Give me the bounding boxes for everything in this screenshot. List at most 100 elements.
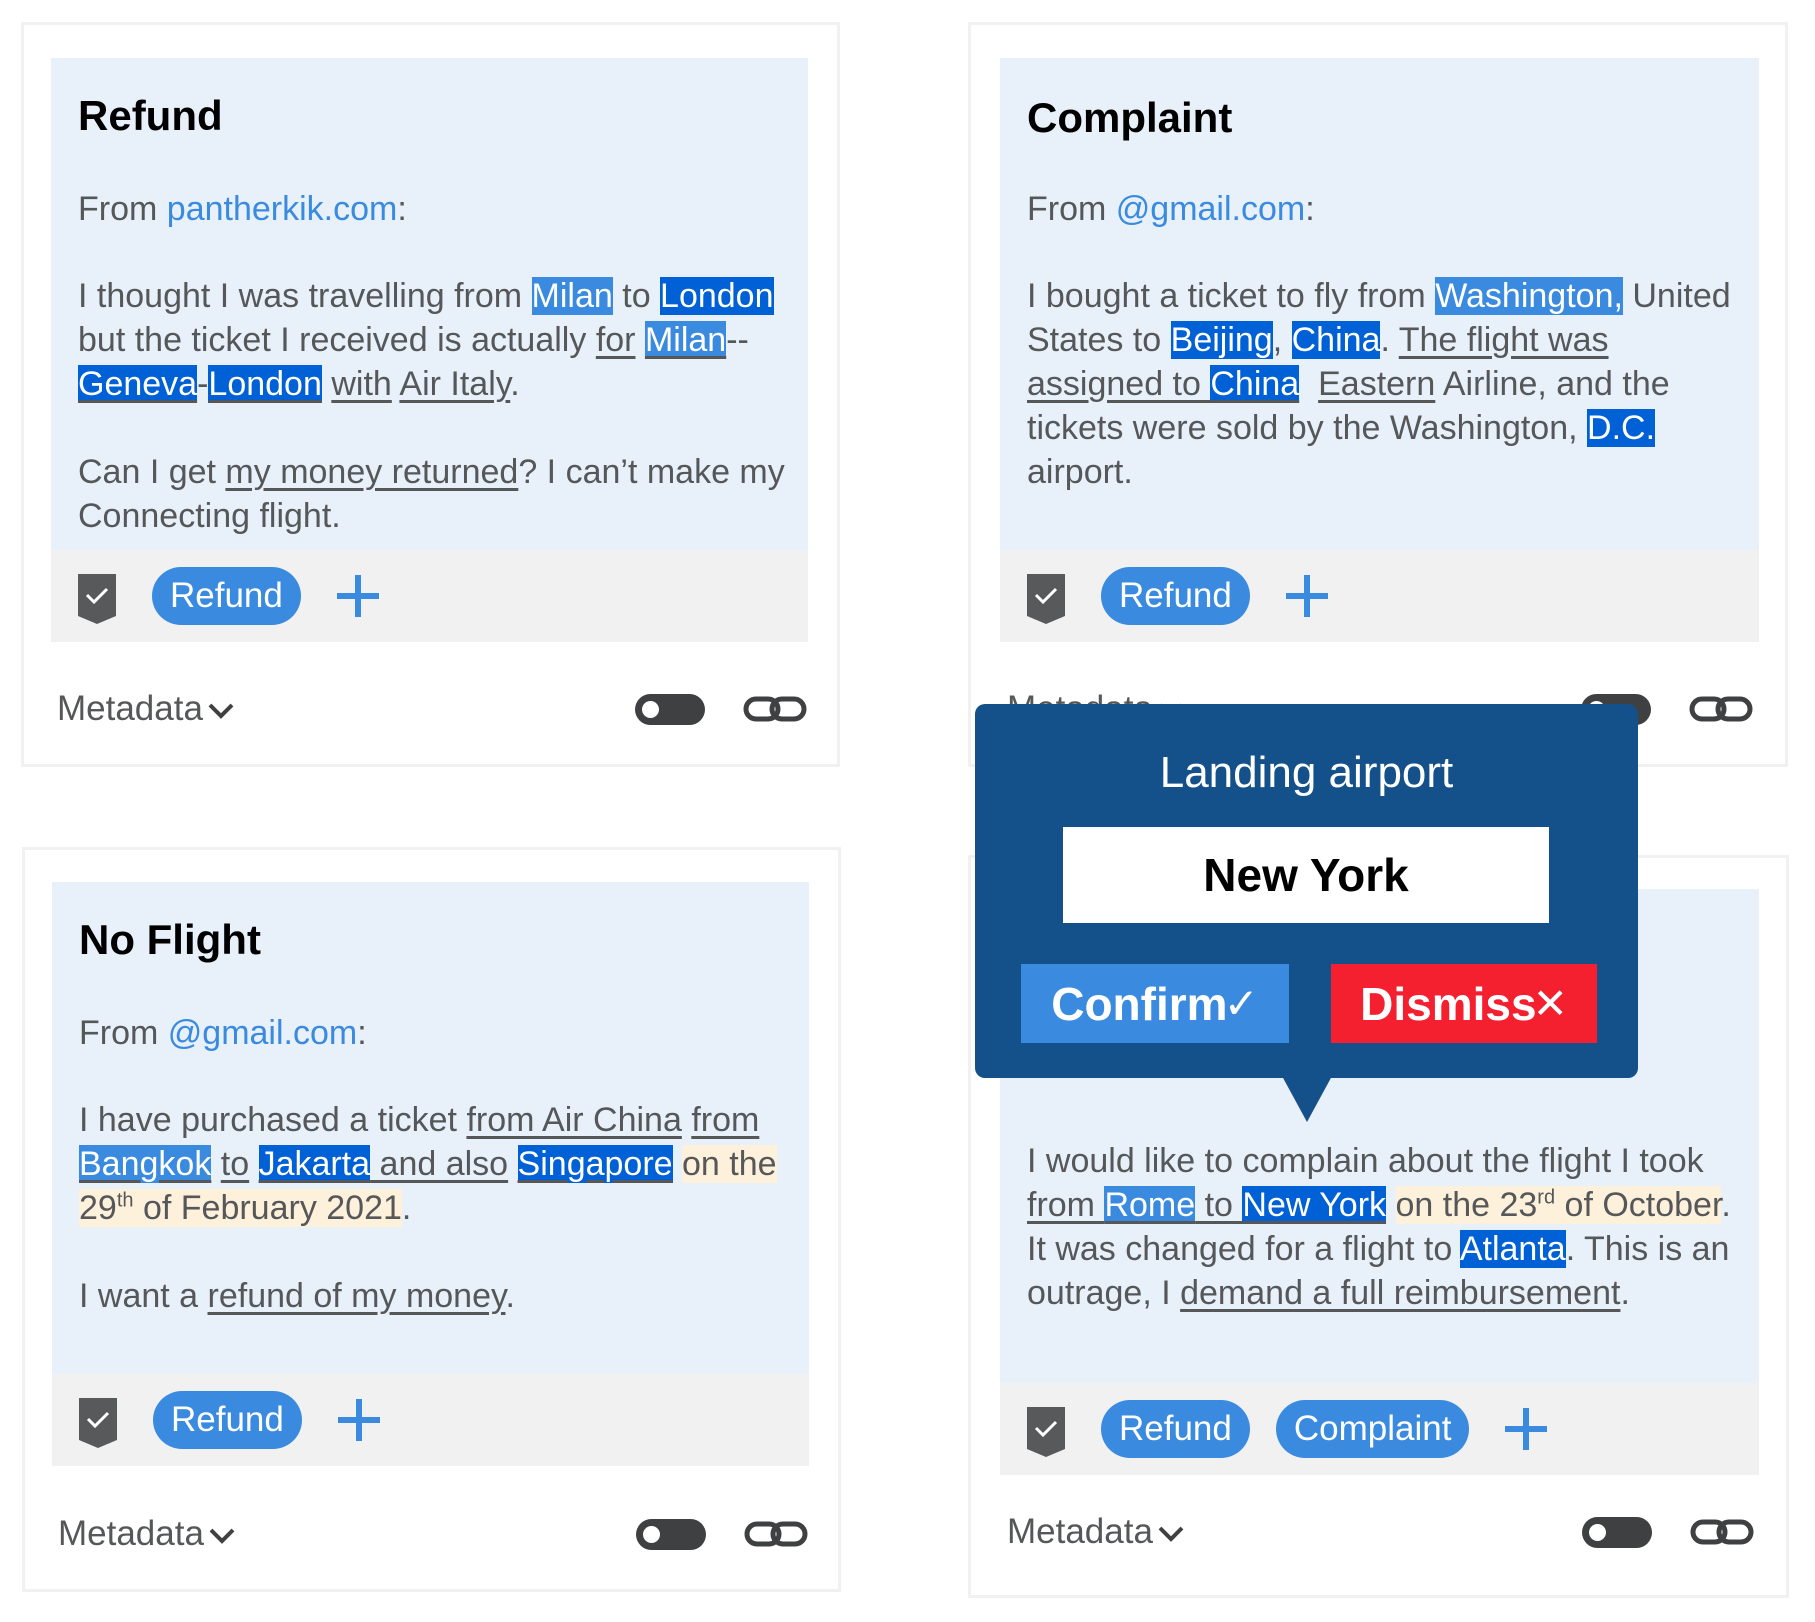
text-span: to bbox=[612, 277, 661, 315]
sender-email[interactable]: @gmail.com bbox=[168, 1014, 357, 1052]
toggle-switch[interactable] bbox=[1582, 1516, 1652, 1548]
entity-city[interactable]: Milan bbox=[644, 321, 727, 359]
link-icon[interactable] bbox=[1690, 1519, 1754, 1545]
entity-city[interactable]: Singapore bbox=[517, 1145, 673, 1183]
text-span bbox=[249, 1145, 258, 1183]
dismiss-button[interactable]: Dismiss ✕ bbox=[1331, 964, 1597, 1043]
plus-icon[interactable] bbox=[337, 1399, 380, 1441]
annotated-span[interactable]: from Air China bbox=[466, 1101, 681, 1139]
from-label: From bbox=[79, 1014, 168, 1052]
annotated-span[interactable]: to bbox=[221, 1145, 249, 1183]
toggle-switch[interactable] bbox=[636, 1518, 706, 1550]
from-colon: : bbox=[357, 1014, 367, 1052]
entity-city[interactable]: Jakarta bbox=[258, 1145, 371, 1183]
popup-pointer bbox=[1282, 1076, 1332, 1122]
plus-icon[interactable] bbox=[1285, 575, 1328, 617]
annotated-span[interactable]: refund of my money bbox=[208, 1277, 506, 1315]
sender-email[interactable]: @gmail.com bbox=[1116, 190, 1305, 228]
label-bar: Refund bbox=[1000, 550, 1759, 642]
bookmark-check-icon[interactable] bbox=[1027, 574, 1065, 624]
label-pill-refund[interactable]: Refund bbox=[152, 567, 301, 625]
entity-city[interactable]: Geneva bbox=[78, 365, 198, 403]
text-span: to bbox=[1195, 1186, 1243, 1224]
sender-email[interactable]: pantherkik.com bbox=[167, 190, 398, 228]
annotated-span[interactable]: demand a full reimbursement bbox=[1180, 1274, 1620, 1312]
text-span: I thought I was travelling from bbox=[78, 277, 532, 315]
landing-airport-input[interactable] bbox=[1063, 827, 1549, 923]
plus-icon[interactable] bbox=[336, 575, 379, 617]
text-span bbox=[636, 321, 645, 359]
link-icon[interactable] bbox=[1689, 696, 1753, 722]
metadata-row: Metadata bbox=[1007, 1507, 1754, 1557]
text-span: and also bbox=[370, 1145, 509, 1183]
annotated-span[interactable]: for bbox=[596, 321, 636, 359]
ordinal-suffix: rd bbox=[1537, 1186, 1556, 1209]
bookmark-check-icon[interactable] bbox=[78, 574, 116, 624]
entity-country[interactable]: China bbox=[1291, 321, 1381, 359]
text-span: I have purchased a ticket bbox=[79, 1101, 467, 1139]
entity-city[interactable]: Bangkok bbox=[79, 1145, 212, 1183]
chevron-down-icon[interactable] bbox=[208, 1526, 236, 1546]
label-pill-refund[interactable]: Refund bbox=[153, 1391, 302, 1449]
metadata-toggle[interactable]: Metadata bbox=[1007, 1512, 1153, 1552]
label-bar: Refund bbox=[51, 550, 808, 642]
entity-city[interactable]: Milan bbox=[531, 277, 613, 315]
chevron-down-icon[interactable] bbox=[1157, 1524, 1185, 1544]
link-icon[interactable] bbox=[743, 696, 807, 722]
check-icon: ✓ bbox=[1223, 980, 1259, 1027]
metadata-toggle[interactable]: Metadata bbox=[57, 689, 203, 729]
annotated-span[interactable]: my money returned bbox=[225, 453, 518, 491]
toggle-switch[interactable] bbox=[635, 693, 705, 725]
link-icon[interactable] bbox=[744, 1521, 808, 1547]
entity-date[interactable]: on the 23rd of October bbox=[1395, 1186, 1722, 1224]
label-pill-refund[interactable]: Refund bbox=[1101, 567, 1250, 625]
label-bar: Refund Complaint bbox=[1000, 1383, 1759, 1475]
from-line: From @gmail.com: bbox=[79, 1014, 367, 1053]
label-pill-refund[interactable]: Refund bbox=[1101, 1400, 1250, 1458]
email-body: I thought I was travelling from Milan to… bbox=[78, 274, 794, 582]
email-card-complaint: Complaint From @gmail.com: I bought a ti… bbox=[968, 22, 1788, 767]
text-span: of October bbox=[1555, 1186, 1722, 1224]
ordinal-suffix: th bbox=[116, 1189, 134, 1212]
text-span: . bbox=[505, 1277, 515, 1315]
entity-city[interactable]: London bbox=[660, 277, 774, 315]
email-card-refund: Refund From pantherkik.com: I thought I … bbox=[21, 22, 840, 767]
from-colon: : bbox=[397, 190, 407, 228]
metadata-toggle[interactable]: Metadata bbox=[58, 1514, 204, 1554]
text-span: of February 2021 bbox=[133, 1189, 402, 1227]
annotated-span[interactable]: from Rome to New York bbox=[1027, 1186, 1387, 1224]
annotated-span[interactable]: Eastern bbox=[1318, 365, 1435, 403]
toggle-knob bbox=[643, 1525, 660, 1543]
entity-country[interactable]: China bbox=[1210, 365, 1300, 403]
email-panel: Complaint From @gmail.com: I bought a ti… bbox=[1000, 58, 1759, 642]
plus-icon[interactable] bbox=[1505, 1408, 1548, 1450]
metadata-row: Metadata bbox=[58, 1509, 808, 1559]
annotated-span[interactable]: with bbox=[331, 365, 391, 403]
entity-city[interactable]: Atlanta bbox=[1459, 1230, 1566, 1268]
from-line: From pantherkik.com: bbox=[78, 190, 407, 229]
entity-city[interactable]: Washington, bbox=[1435, 277, 1623, 315]
text-span bbox=[211, 1145, 220, 1183]
bookmark-check-icon[interactable] bbox=[1027, 1407, 1065, 1457]
confirm-button[interactable]: Confirm ✓ bbox=[1021, 964, 1289, 1043]
entity-city[interactable]: London bbox=[208, 365, 322, 403]
text-span: Can I get bbox=[78, 453, 226, 491]
chevron-down-icon[interactable] bbox=[207, 701, 235, 721]
bookmark-check-icon[interactable] bbox=[79, 1398, 117, 1448]
text-span: I bought a ticket to fly from bbox=[1027, 277, 1436, 315]
label-pill-complaint[interactable]: Complaint bbox=[1275, 1400, 1470, 1458]
entity-city[interactable]: New York bbox=[1242, 1186, 1387, 1224]
text-span bbox=[682, 1101, 691, 1139]
email-body: I have purchased a ticket from Air China… bbox=[79, 1098, 795, 1362]
toggle-knob bbox=[642, 700, 659, 718]
metadata-row: Metadata bbox=[57, 684, 807, 734]
text-span: I want a bbox=[79, 1277, 208, 1315]
entity-city[interactable]: D.C. bbox=[1587, 409, 1656, 447]
annotated-span[interactable]: Air Italy bbox=[399, 365, 510, 403]
body-paragraph: Can I get my money returned? I can’t mak… bbox=[78, 450, 794, 538]
entity-city[interactable]: Rome bbox=[1104, 1186, 1196, 1224]
entity-city[interactable]: Beijing bbox=[1170, 321, 1273, 359]
landing-airport-popup: Landing airport Confirm✓ Dismiss✕ bbox=[975, 704, 1638, 1122]
annotated-span[interactable]: Jakarta and also bbox=[258, 1145, 509, 1183]
text-span: -- bbox=[726, 321, 749, 359]
